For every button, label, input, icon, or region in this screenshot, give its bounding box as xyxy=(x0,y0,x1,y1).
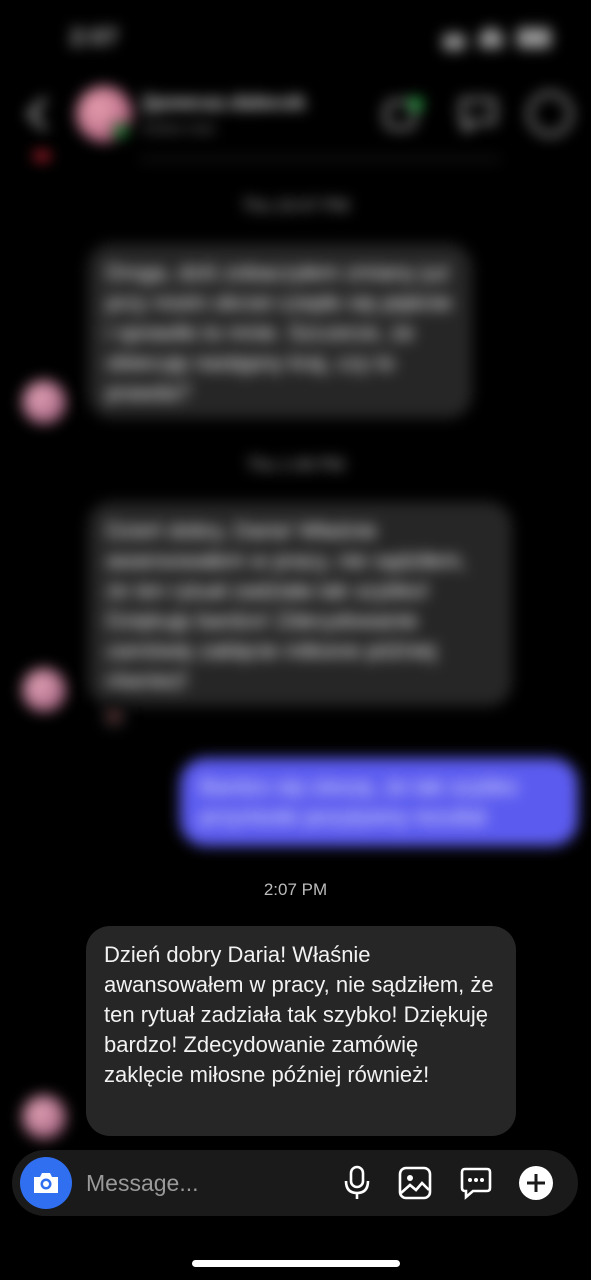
conversation-header: ŷpowcaz.dalecok Active now xyxy=(0,80,591,160)
contact-name[interactable]: ŷpowcaz.dalecok xyxy=(142,92,305,115)
back-arrow-icon[interactable] xyxy=(22,94,52,134)
gallery-icon xyxy=(398,1166,432,1200)
wifi-icon xyxy=(479,28,503,48)
video-call-icon[interactable] xyxy=(382,92,426,136)
battery-icon xyxy=(517,28,551,48)
sticker-button[interactable] xyxy=(457,1164,495,1202)
message-bubble-incoming[interactable]: Droga, dziś zobaczyłem zmiany już przy m… xyxy=(88,244,472,418)
signal-icon xyxy=(443,34,465,50)
chat-bubble-icon[interactable] xyxy=(456,92,500,136)
online-status-dot xyxy=(112,122,130,140)
sender-avatar[interactable] xyxy=(22,668,66,712)
message-input[interactable] xyxy=(86,1164,336,1202)
message-text: Bardzo się cieszę, że tak szybko przynio… xyxy=(200,774,518,829)
timestamp: Thu 10:47 PM xyxy=(242,196,349,215)
sender-avatar[interactable] xyxy=(22,380,66,424)
contact-status: Active now xyxy=(142,120,215,137)
message-text: Droga, dziś zobaczyłem zmiany już przy m… xyxy=(106,260,453,405)
plus-icon xyxy=(519,1166,553,1200)
camera-button[interactable] xyxy=(20,1157,72,1209)
message-bubble-incoming[interactable]: Dzień dobry Daria! Właśnie awansowałem w… xyxy=(86,926,516,1136)
sender-avatar[interactable] xyxy=(22,1095,66,1139)
microphone-button[interactable] xyxy=(338,1164,376,1202)
message-text: Dzień dobry Daria! Właśnie awansowałem w… xyxy=(104,942,494,1087)
heart-reaction-icon[interactable]: ♥ xyxy=(100,702,128,730)
message-bubble-outgoing[interactable]: Bardzo się cieszę, że tak szybko przynio… xyxy=(180,758,578,846)
gallery-button[interactable] xyxy=(396,1164,434,1202)
reaction-fragment xyxy=(34,152,50,160)
timestamp: 2:07 PM xyxy=(263,880,328,899)
header-divider xyxy=(140,158,500,160)
status-icons xyxy=(443,28,551,50)
timestamp: Thu 1:46 PM xyxy=(246,455,345,474)
status-bar: 2:07 xyxy=(0,0,591,80)
status-time: 2:07 xyxy=(70,24,119,51)
message-sticker-icon xyxy=(460,1167,492,1200)
more-options-icon[interactable] xyxy=(528,92,572,136)
message-text: Dzień dobry, Daria! Właśnie awansowałem … xyxy=(106,518,467,693)
camera-icon xyxy=(34,1173,58,1193)
message-bubble-incoming[interactable]: Dzień dobry, Daria! Właśnie awansowałem … xyxy=(88,502,512,706)
home-indicator[interactable] xyxy=(192,1260,400,1267)
add-button[interactable] xyxy=(517,1164,555,1202)
microphone-icon xyxy=(344,1165,370,1199)
message-composer xyxy=(12,1150,578,1216)
